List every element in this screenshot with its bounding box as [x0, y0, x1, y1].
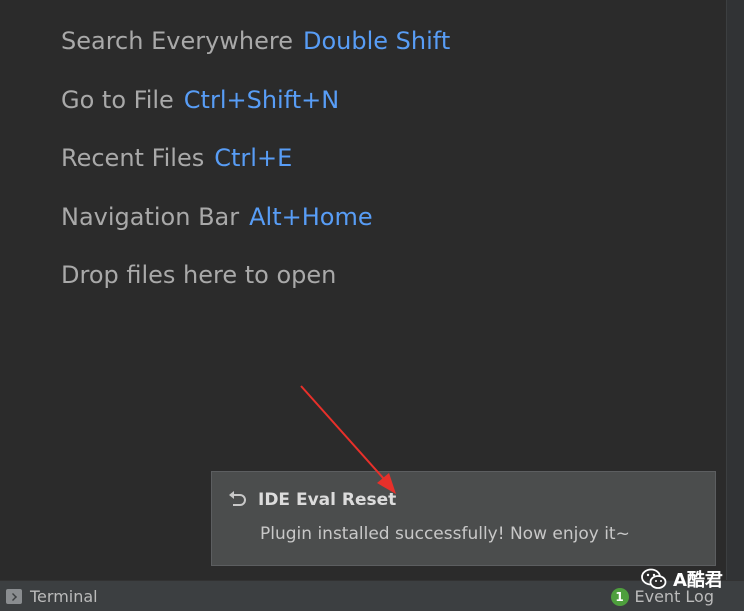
hint-shortcut: Ctrl+E	[214, 144, 293, 172]
watermark-text: A酷君	[673, 570, 723, 591]
hint-recent-files: Recent Files Ctrl+E	[61, 141, 450, 200]
hint-navigation-bar: Navigation Bar Alt+Home	[61, 200, 450, 259]
right-scrollbar-strip[interactable]	[726, 0, 744, 580]
ide-editor-empty-area: Search Everywhere Double Shift Go to File…	[0, 0, 744, 611]
event-count-badge: 1	[610, 587, 629, 606]
hint-label: Recent Files	[61, 144, 205, 172]
hint-drop-files: Drop files here to open	[61, 258, 450, 317]
wechat-icon	[641, 568, 667, 590]
notification-title: IDE Eval Reset	[258, 490, 397, 510]
reset-icon	[228, 491, 248, 509]
status-bar: Terminal 1 Event Log	[0, 580, 744, 611]
hint-search-everywhere: Search Everywhere Double Shift	[61, 24, 450, 83]
watermark: A酷君	[641, 566, 723, 592]
hint-label: Navigation Bar	[61, 202, 240, 231]
notification-balloon[interactable]: IDE Eval Reset Plugin installed successf…	[211, 471, 716, 566]
empty-editor-hints: Search Everywhere Double Shift Go to File…	[61, 24, 450, 317]
notification-header: IDE Eval Reset	[228, 490, 396, 510]
hint-shortcut: Ctrl+Shift+N	[183, 85, 340, 114]
hint-label: Go to File	[61, 85, 174, 114]
hint-go-to-file: Go to File Ctrl+Shift+N	[61, 83, 450, 142]
terminal-label: Terminal	[30, 587, 98, 606]
hint-shortcut: Double Shift	[303, 27, 451, 55]
terminal-icon	[6, 589, 22, 604]
hint-label: Drop files here to open	[61, 261, 337, 289]
hint-label: Search Everywhere	[61, 27, 293, 55]
terminal-tool-button[interactable]: Terminal	[6, 587, 98, 606]
notification-message: Plugin installed successfully! Now enjoy…	[260, 524, 630, 544]
hint-shortcut: Alt+Home	[249, 202, 373, 231]
